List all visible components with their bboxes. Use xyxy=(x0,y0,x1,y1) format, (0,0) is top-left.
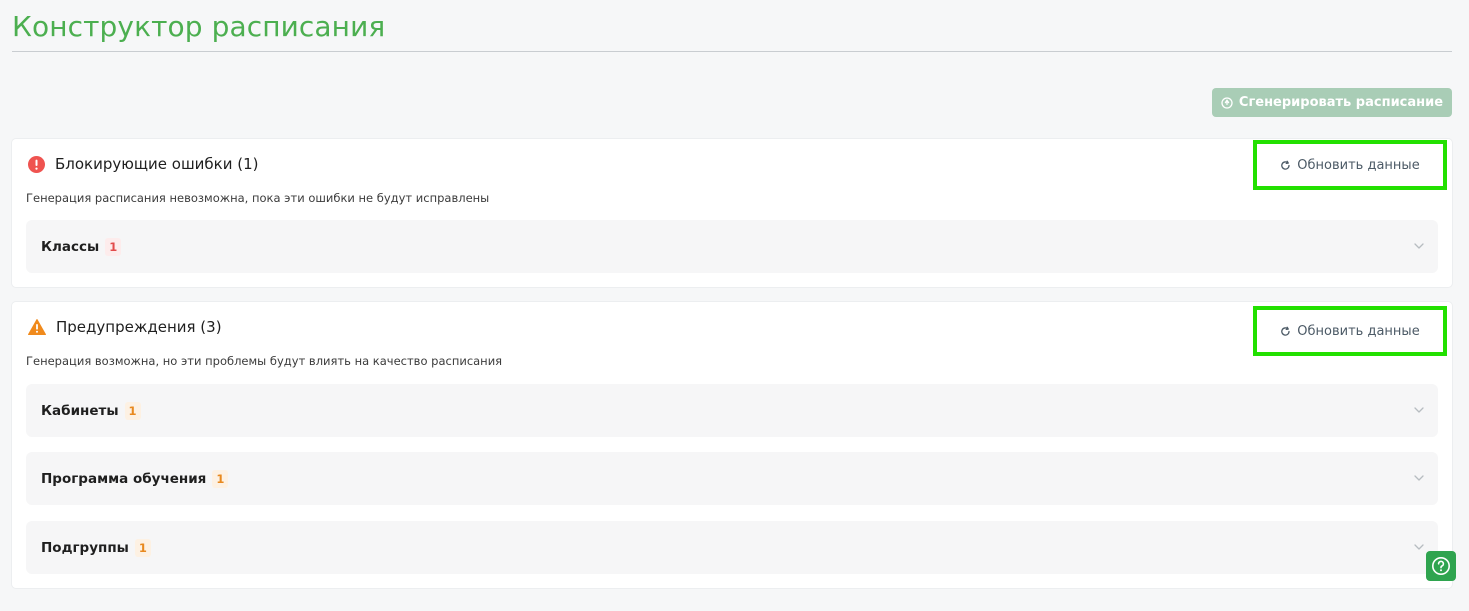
chevron-down-icon xyxy=(1412,540,1426,554)
refresh-icon xyxy=(1280,160,1291,171)
warnings-title: Предупреждения (3) xyxy=(56,318,222,336)
chevron-down-icon xyxy=(1412,403,1426,417)
error-circle-icon xyxy=(28,155,45,173)
error-group-classes[interactable]: Классы 1 xyxy=(26,220,1438,273)
magic-wand-icon xyxy=(1221,96,1233,109)
error-group-count: 1 xyxy=(105,237,122,256)
chevron-down-icon xyxy=(1412,239,1426,253)
warning-group-label: Программа обучения xyxy=(41,470,207,487)
warning-group-label: Кабинеты xyxy=(41,402,119,419)
warning-group-count: 1 xyxy=(134,538,151,557)
blocking-errors-card: Блокирующие ошибки (1) Генерация расписа… xyxy=(12,139,1452,287)
warning-group-rooms[interactable]: Кабинеты 1 xyxy=(26,384,1438,437)
schedule-builder-page: Конструктор расписания Сгенерировать рас… xyxy=(0,0,1469,611)
refresh-warnings-label: Обновить данные xyxy=(1297,323,1420,339)
blocking-errors-header: Блокирующие ошибки (1) xyxy=(28,154,259,174)
warning-group-label: Подгруппы xyxy=(41,539,129,556)
warning-group-count: 1 xyxy=(124,401,141,420)
error-group-label: Классы xyxy=(41,238,100,255)
warnings-card: Предупреждения (3) Генерация возможна, н… xyxy=(12,302,1452,588)
warnings-description: Генерация возможна, но эти проблемы буду… xyxy=(26,354,503,368)
generate-schedule-label: Сгенерировать расписание xyxy=(1238,95,1444,110)
help-circle-icon xyxy=(1431,556,1451,576)
chevron-down-icon xyxy=(1412,471,1426,485)
help-button[interactable] xyxy=(1426,551,1456,581)
warning-triangle-icon xyxy=(28,319,46,335)
title-divider xyxy=(12,51,1452,52)
blocking-errors-title: Блокирующие ошибки (1) xyxy=(55,155,259,173)
generate-schedule-button[interactable]: Сгенерировать расписание xyxy=(1212,88,1452,117)
warning-group-subgroups[interactable]: Подгруппы 1 xyxy=(26,521,1438,574)
refresh-errors-button[interactable]: Обновить данные xyxy=(1253,140,1447,190)
warnings-header: Предупреждения (3) xyxy=(28,317,222,337)
refresh-errors-label: Обновить данные xyxy=(1297,157,1420,173)
page-title: Конструктор расписания xyxy=(12,10,386,43)
warning-group-count: 1 xyxy=(212,469,229,488)
refresh-icon xyxy=(1280,326,1291,337)
warning-group-curriculum[interactable]: Программа обучения 1 xyxy=(26,452,1438,505)
blocking-errors-description: Генерация расписания невозможна, пока эт… xyxy=(26,191,490,205)
refresh-warnings-button[interactable]: Обновить данные xyxy=(1253,306,1447,356)
